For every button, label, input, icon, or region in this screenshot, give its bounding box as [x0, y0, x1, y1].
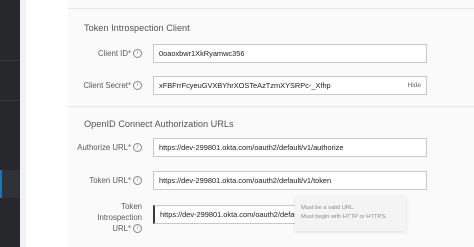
- client-secret-label-text: Client Secret: [83, 81, 128, 90]
- nav-separator: [0, 60, 20, 61]
- client-id-label: Client ID* i: [68, 49, 142, 59]
- info-circle-icon[interactable]: i: [133, 49, 142, 59]
- introspection-label-line-last: URL* i: [68, 223, 142, 234]
- section-divider: [68, 106, 474, 107]
- info-circle-icon[interactable]: i: [133, 143, 142, 153]
- hide-secret-button[interactable]: Hide: [407, 77, 421, 94]
- client-secret-label: Client Secret* i: [68, 81, 142, 91]
- tooltip-line: Must begin with HTTP or HTTPS.: [301, 214, 387, 220]
- authorize-url-label-text: Authorize URL: [77, 143, 128, 152]
- authorize-url-value: https://dev-299801.okta.com/oauth2/defau…: [159, 143, 344, 152]
- scrollbar-track[interactable]: [20, 0, 26, 247]
- introspection-label-line: URL: [112, 224, 128, 233]
- required-mark: *: [127, 81, 131, 90]
- authorize-url-label: Authorize URL* i: [68, 143, 142, 153]
- authorize-url-input[interactable]: https://dev-299801.okta.com/oauth2/defau…: [153, 138, 427, 157]
- client-secret-input[interactable]: xFBFrrFcyeuGVXBYhrXOSTeAzTzmXYSRPc-_Xfhp…: [153, 76, 427, 95]
- introspection-url-label: Token Introspection URL* i: [68, 201, 142, 234]
- info-circle-icon[interactable]: i: [133, 176, 142, 186]
- required-mark: *: [127, 224, 131, 233]
- section-title-token-introspection: Token Introspection Client: [84, 23, 190, 33]
- info-circle-icon[interactable]: i: [133, 81, 142, 91]
- validation-tooltip: Must be a valid URL. Must begin with HTT…: [295, 196, 406, 231]
- token-url-input[interactable]: https://dev-299801.okta.com/oauth2/defau…: [153, 171, 427, 190]
- settings-panel: Token Introspection Client Client ID* i 0…: [68, 9, 474, 247]
- client-id-value: 0oaoxbwr1XkRyamwc356: [159, 49, 245, 58]
- client-id-input[interactable]: 0oaoxbwr1XkRyamwc356: [153, 44, 427, 63]
- client-id-label-text: Client ID: [98, 49, 128, 58]
- required-mark: *: [127, 176, 131, 185]
- token-url-label-text: Token URL: [89, 176, 128, 185]
- tooltip-line: Must be a valid URL.: [301, 205, 355, 211]
- previous-section-edge: [68, 0, 474, 9]
- introspection-label-line: Token: [121, 202, 142, 211]
- required-mark: *: [127, 49, 131, 58]
- nav-separator: [0, 100, 20, 101]
- nav-item-active[interactable]: [0, 170, 20, 198]
- introspection-label-line: Introspection: [97, 213, 142, 222]
- section-title-openid: OpenID Connect Authorization URLs: [84, 119, 234, 129]
- token-url-value: https://dev-299801.okta.com/oauth2/defau…: [159, 176, 332, 185]
- token-url-label: Token URL* i: [68, 176, 142, 186]
- required-mark: *: [127, 143, 131, 152]
- left-navigation: [0, 0, 20, 247]
- client-secret-value: xFBFrrFcyeuGVXBYhrXOSTeAzTzmXYSRPc-_Xfhp: [159, 81, 331, 90]
- info-circle-icon[interactable]: i: [133, 224, 142, 234]
